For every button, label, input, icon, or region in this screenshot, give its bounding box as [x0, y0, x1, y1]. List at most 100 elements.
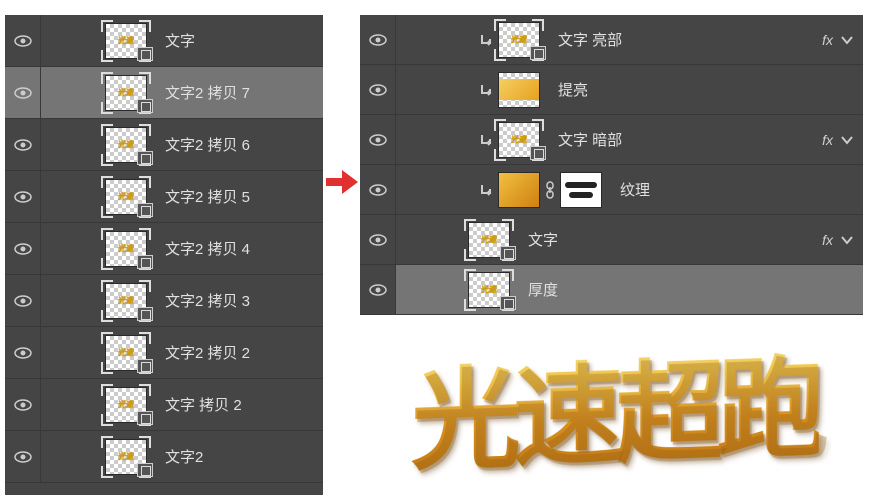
layer-thumbnail[interactable]: 光速: [498, 122, 540, 158]
visibility-toggle[interactable]: [360, 65, 396, 114]
layer-row[interactable]: 光速 厚度: [360, 265, 863, 315]
eye-icon: [14, 191, 32, 203]
indent: [396, 215, 450, 264]
visibility-toggle[interactable]: [5, 15, 41, 66]
layer-row[interactable]: 纹理: [360, 165, 863, 215]
layer-thumbnail[interactable]: 光速: [468, 272, 510, 308]
layer-name[interactable]: 文字2 拷贝 3: [165, 290, 250, 311]
layer-name[interactable]: 文字: [165, 30, 195, 51]
layer-row[interactable]: 提亮: [360, 65, 863, 115]
layer-row[interactable]: 光速 文字 拷贝 2: [5, 379, 323, 431]
eye-icon: [14, 35, 32, 47]
indent: [450, 65, 480, 114]
layers-panel-left: 光速 文字 光速 文字2 拷贝 7 光速 文字2 拷贝 6: [5, 15, 323, 495]
layer-name[interactable]: 文字: [528, 229, 558, 250]
layer-row[interactable]: 光速 文字 fx: [360, 215, 863, 265]
layer-thumbnail[interactable]: 光速: [105, 75, 147, 111]
chevron-down-icon[interactable]: [841, 135, 853, 145]
eye-icon: [369, 234, 387, 246]
link-icon[interactable]: [544, 181, 556, 199]
clipping-mask-icon: [480, 83, 494, 97]
chevron-down-icon[interactable]: [841, 35, 853, 45]
visibility-toggle[interactable]: [5, 431, 41, 482]
layer-name[interactable]: 文字 拷贝 2: [165, 394, 242, 415]
layer-thumbnail[interactable]: 光速: [105, 387, 147, 423]
layer-name[interactable]: 文字2 拷贝 7: [165, 82, 250, 103]
layer-name[interactable]: 文字 亮部: [558, 29, 622, 50]
visibility-toggle[interactable]: [5, 223, 41, 274]
smart-object-icon: [137, 411, 153, 425]
indent: [41, 223, 105, 274]
visibility-toggle[interactable]: [5, 379, 41, 430]
layer-name[interactable]: 文字2 拷贝 5: [165, 186, 250, 207]
fx-badge[interactable]: fx: [822, 232, 833, 248]
visibility-toggle[interactable]: [5, 171, 41, 222]
artwork-text: 光速超跑: [411, 317, 819, 491]
layer-thumbnail[interactable]: 光速: [105, 23, 147, 59]
layer-row[interactable]: 光速 文字: [5, 15, 323, 67]
layer-row[interactable]: 光速 文字2 拷贝 5: [5, 171, 323, 223]
layer-row[interactable]: 光速 文字2 拷贝 6: [5, 119, 323, 171]
layer-row[interactable]: 光速 文字2 拷贝 3: [5, 275, 323, 327]
layer-row[interactable]: 光速 文字2: [5, 431, 323, 483]
indent: [450, 265, 468, 314]
layer-thumbnail[interactable]: 光速: [105, 231, 147, 267]
layer-row[interactable]: 光速 文字2 拷贝 4: [5, 223, 323, 275]
indent: [396, 165, 450, 214]
clipping-mask-icon: [480, 183, 494, 197]
layer-row[interactable]: 光速 文字2 拷贝 2: [5, 327, 323, 379]
smart-object-icon: [500, 246, 516, 260]
visibility-toggle[interactable]: [5, 119, 41, 170]
smart-object-icon: [530, 146, 546, 160]
layer-thumbnail[interactable]: 光速: [468, 222, 510, 258]
eye-icon: [369, 184, 387, 196]
layer-name[interactable]: 文字2 拷贝 4: [165, 238, 250, 259]
layer-mask-thumbnail[interactable]: [560, 172, 602, 208]
indent: [450, 165, 480, 214]
visibility-toggle[interactable]: [360, 215, 396, 264]
indent: [41, 327, 105, 378]
layer-thumbnail[interactable]: 光速: [105, 335, 147, 371]
chevron-down-icon[interactable]: [841, 235, 853, 245]
layer-name[interactable]: 厚度: [528, 279, 558, 300]
layer-thumbnail[interactable]: 光速: [105, 283, 147, 319]
visibility-toggle[interactable]: [360, 165, 396, 214]
visibility-toggle[interactable]: [5, 67, 41, 118]
visibility-toggle[interactable]: [5, 275, 41, 326]
visibility-toggle[interactable]: [360, 115, 396, 164]
indent: [396, 115, 450, 164]
smart-object-icon: [137, 151, 153, 165]
clipping-mask-icon: [480, 133, 494, 147]
smart-object-icon: [137, 359, 153, 373]
arrow-right-icon: [326, 170, 358, 194]
eye-icon: [369, 84, 387, 96]
layer-row[interactable]: 光速 文字 暗部 fx: [360, 115, 863, 165]
layer-name[interactable]: 文字 暗部: [558, 129, 622, 150]
layer-thumbnail[interactable]: 光速: [498, 22, 540, 58]
visibility-toggle[interactable]: [360, 265, 396, 314]
indent: [41, 379, 105, 430]
layer-thumbnail[interactable]: [498, 72, 540, 108]
layer-thumbnail[interactable]: 光速: [105, 439, 147, 475]
eye-icon: [14, 139, 32, 151]
layer-row[interactable]: 光速 文字 亮部 fx: [360, 15, 863, 65]
layer-thumbnail[interactable]: [498, 172, 540, 208]
layer-row[interactable]: 光速 文字2 拷贝 7: [5, 67, 323, 119]
layer-name[interactable]: 文字2 拷贝 2: [165, 342, 250, 363]
fx-badge[interactable]: fx: [822, 132, 833, 148]
layer-name[interactable]: 提亮: [558, 79, 588, 100]
eye-icon: [14, 347, 32, 359]
fx-badge[interactable]: fx: [822, 32, 833, 48]
visibility-toggle[interactable]: [5, 327, 41, 378]
eye-icon: [369, 34, 387, 46]
layer-thumbnail[interactable]: 光速: [105, 179, 147, 215]
indent: [41, 15, 105, 66]
eye-icon: [14, 243, 32, 255]
visibility-toggle[interactable]: [360, 15, 396, 64]
layer-name[interactable]: 文字2: [165, 446, 203, 467]
layer-name[interactable]: 文字2 拷贝 6: [165, 134, 250, 155]
indent: [396, 15, 450, 64]
smart-object-icon: [137, 463, 153, 477]
layer-name[interactable]: 纹理: [620, 179, 650, 200]
layer-thumbnail[interactable]: 光速: [105, 127, 147, 163]
